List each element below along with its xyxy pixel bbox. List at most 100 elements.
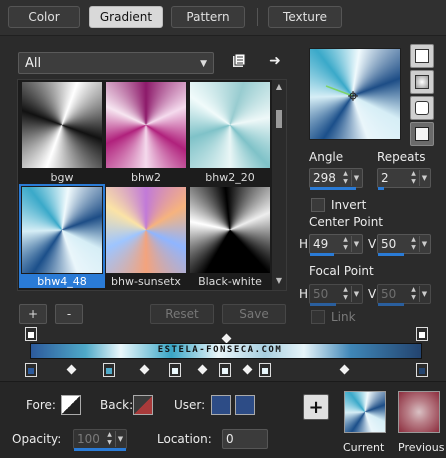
tab-color[interactable]: Color [8, 6, 80, 28]
opacity-stop-right[interactable] [416, 327, 428, 341]
invert-checkbox[interactable] [311, 198, 325, 212]
focal-v-input[interactable]: 50 ▲ ▼ ▼ [377, 284, 431, 306]
gradient-thumb-bhw2[interactable] [106, 82, 186, 168]
color-midpoint[interactable] [339, 364, 350, 375]
user-label: User: [174, 398, 206, 412]
angle-input[interactable]: 298 ▲ ▼ ▼ [309, 168, 363, 190]
style-rectangular-button[interactable] [410, 70, 434, 94]
back-swatch[interactable] [133, 395, 153, 415]
tab-pattern[interactable]: Pattern [171, 6, 245, 28]
color-midpoint[interactable] [197, 364, 208, 375]
reset-button[interactable]: Reset [150, 304, 214, 324]
style-radial-button[interactable] [410, 122, 434, 146]
tab-divider [257, 8, 258, 26]
chevron-down-icon[interactable]: ▼ [351, 170, 361, 186]
add-gradient-button[interactable]: + [19, 304, 47, 324]
category-select[interactable]: All ▼ [18, 52, 214, 74]
opacity-midpoint[interactable] [221, 333, 232, 344]
center-h-input[interactable]: 49 ▲ ▼ ▼ [309, 234, 363, 256]
color-midpoint[interactable] [139, 364, 150, 375]
scroll-down-icon[interactable]: ▼ [274, 276, 284, 286]
category-value: All [25, 55, 42, 71]
tab-bar: Color Gradient Pattern Texture [0, 0, 446, 36]
color-stop[interactable] [103, 363, 115, 377]
gradient-thumb-bhw2-20[interactable] [190, 82, 270, 168]
tab-gradient[interactable]: Gradient [89, 6, 163, 28]
chevron-down-icon[interactable]: ▼ [351, 286, 361, 302]
center-v-slider[interactable] [378, 253, 404, 256]
center-v-label: V [368, 237, 377, 251]
color-midpoint[interactable] [242, 364, 253, 375]
gradient-swatch [190, 82, 270, 168]
chevron-down-icon[interactable]: ▼ [115, 431, 125, 447]
fore-swatch[interactable] [61, 395, 81, 415]
center-point-label: Center Point [309, 215, 383, 229]
color-midpoint[interactable] [66, 364, 77, 375]
gradient-thumb-bhw-sunsetx[interactable] [106, 187, 186, 273]
focal-h-value: 50 [313, 287, 329, 301]
style-linear-button[interactable] [410, 44, 434, 68]
gradient-name: Black-white [198, 275, 262, 288]
opacity-input[interactable]: 100 ▲ ▼ ▼ [73, 429, 127, 451]
center-v-input[interactable]: 50 ▲ ▼ ▼ [377, 234, 431, 256]
gradient-name: bhw-sunsetx [111, 275, 181, 288]
gradient-library-icon[interactable] [230, 52, 248, 70]
spin-arrows-icon[interactable]: ▲ ▼ [341, 170, 350, 186]
spin-arrows-icon[interactable]: ▲ ▼ [409, 170, 418, 186]
opacity-label: Opacity: [12, 432, 62, 446]
color-stop[interactable] [25, 363, 37, 377]
angle-label: Angle [309, 150, 344, 164]
focal-h-slider[interactable] [310, 303, 336, 306]
gradient-swatch [190, 187, 270, 273]
gradient-thumb-black-white[interactable] [190, 187, 270, 273]
chevron-down-icon[interactable]: ▼ [419, 170, 429, 186]
repeats-input[interactable]: 2 ▲ ▼ ▼ [377, 168, 431, 190]
color-stop[interactable] [416, 363, 428, 377]
link-label: Link [331, 310, 356, 324]
add-stop-button[interactable]: + [303, 394, 329, 420]
chevron-down-icon[interactable]: ▼ [419, 286, 429, 302]
fore-label: Fore: [26, 398, 56, 412]
arrow-right-icon[interactable]: ➜ [266, 52, 284, 70]
focal-v-slider[interactable] [378, 303, 404, 306]
tab-texture[interactable]: Texture [268, 6, 342, 28]
focal-h-input[interactable]: 50 ▲ ▼ ▼ [309, 284, 363, 306]
linear-style-icon [415, 49, 429, 63]
color-stop[interactable] [169, 363, 181, 377]
center-h-slider[interactable] [310, 253, 334, 256]
gradient-preview[interactable] [309, 48, 401, 140]
previous-gradient-swatch[interactable] [398, 391, 440, 433]
current-label: Current [343, 441, 385, 454]
save-button[interactable]: Save [222, 304, 286, 324]
color-stop[interactable] [219, 363, 231, 377]
chevron-down-icon[interactable]: ▼ [351, 236, 361, 252]
spin-arrows-icon[interactable]: ▲ ▼ [341, 236, 350, 252]
spin-arrows-icon[interactable]: ▲ ▼ [409, 286, 418, 302]
gradient-swatch [22, 82, 102, 168]
gradient-thumb-bhw4-48[interactable] [19, 184, 105, 276]
gradient-thumb-bgw[interactable] [22, 82, 102, 168]
focal-h-label: H [299, 287, 309, 301]
scroll-thumb[interactable] [276, 110, 282, 128]
opacity-stop-left[interactable] [25, 327, 37, 341]
scroll-up-icon[interactable]: ▲ [274, 82, 284, 92]
center-h-label: H [299, 237, 309, 251]
remove-gradient-button[interactable]: - [55, 304, 83, 324]
angle-slider[interactable] [310, 187, 356, 190]
focal-v-label: V [368, 287, 377, 301]
style-sunburst-button[interactable] [410, 96, 434, 120]
location-input[interactable]: 0 [222, 429, 268, 449]
current-gradient-swatch[interactable] [344, 391, 386, 433]
spin-arrows-icon[interactable]: ▲ ▼ [409, 236, 418, 252]
user-swatch[interactable] [235, 395, 255, 415]
color-stop[interactable] [259, 363, 271, 377]
gradient-name: bhw2_20 [205, 171, 255, 184]
user-swatch[interactable] [211, 395, 231, 415]
spin-arrows-icon[interactable]: ▲ ▼ [341, 286, 350, 302]
watermark-text: ESTELA-FONSECA.COM [157, 345, 283, 355]
spin-arrows-icon[interactable]: ▲ ▼ [105, 431, 114, 447]
link-checkbox[interactable] [311, 310, 325, 324]
opacity-slider[interactable] [74, 448, 126, 451]
repeats-slider[interactable] [378, 187, 384, 190]
chevron-down-icon[interactable]: ▼ [419, 236, 429, 252]
